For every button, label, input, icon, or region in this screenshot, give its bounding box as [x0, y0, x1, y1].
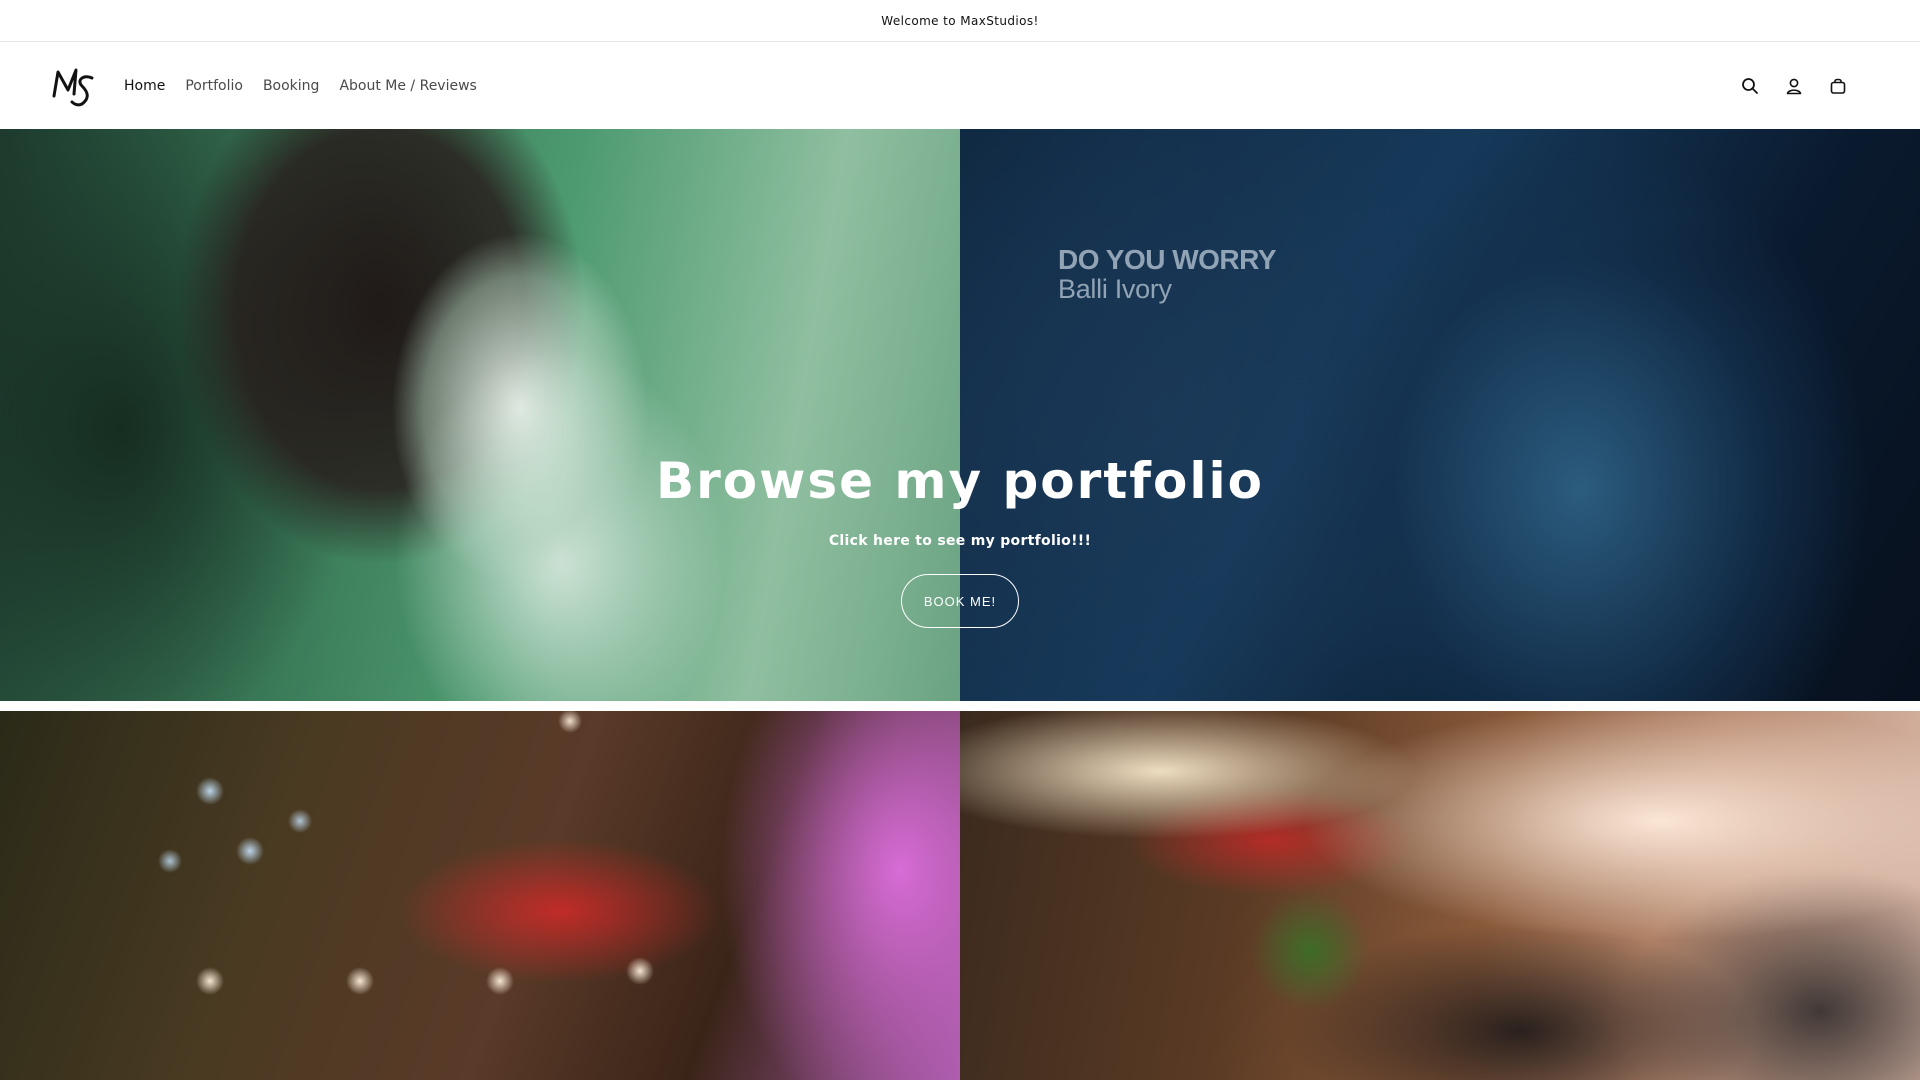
- cart-icon[interactable]: [1826, 74, 1850, 98]
- book-me-button[interactable]: BOOK ME!: [900, 574, 1020, 628]
- main-nav: Home Portfolio Booking About Me / Review…: [124, 72, 477, 100]
- hero-banner[interactable]: DO YOU WORRY Balli Ivory Browse my portf…: [0, 129, 1920, 701]
- section-divider: [0, 701, 1920, 711]
- nav-portfolio[interactable]: Portfolio: [185, 72, 243, 100]
- hero-content: Browse my portfolio Click here to see my…: [0, 451, 1920, 628]
- hero-title: Browse my portfolio: [656, 452, 1264, 510]
- nav-about-reviews[interactable]: About Me / Reviews: [339, 72, 476, 100]
- hero-subtitle: Click here to see my portfolio!!!: [828, 533, 1092, 549]
- logo-mark-icon: [52, 68, 94, 106]
- gallery-image-right[interactable]: [960, 711, 1920, 1080]
- nav-home[interactable]: Home: [124, 72, 165, 100]
- nav-booking[interactable]: Booking: [263, 72, 320, 100]
- poster-text: DO YOU WORRY Balli Ivory: [1058, 244, 1277, 305]
- site-logo[interactable]: [50, 64, 100, 108]
- announcement-bar: Welcome to MaxStudios!: [0, 0, 1920, 42]
- poster-title: DO YOU WORRY: [1058, 244, 1277, 275]
- gallery-section: [0, 711, 1920, 1080]
- gallery-image-left[interactable]: [0, 711, 960, 1080]
- poster-artist: Balli Ivory: [1058, 274, 1172, 304]
- announcement-text: Welcome to MaxStudios!: [881, 13, 1039, 28]
- site-header: Home Portfolio Booking About Me / Review…: [0, 42, 1920, 129]
- search-icon[interactable]: [1738, 74, 1762, 98]
- header-icons: [1738, 74, 1850, 98]
- account-icon[interactable]: [1782, 74, 1806, 98]
